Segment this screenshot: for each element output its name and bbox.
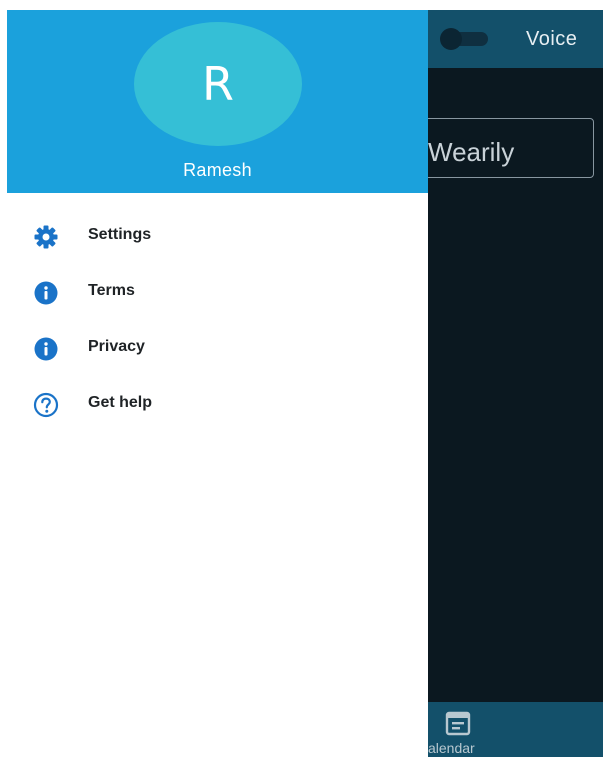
app-bottom-bar: alendar: [428, 702, 603, 757]
menu-item-label: Settings: [88, 226, 152, 243]
menu-item-privacy[interactable]: Privacy: [0, 319, 428, 375]
info-icon: [33, 336, 59, 362]
toggle-knob: [440, 28, 462, 50]
menu-item-label: Privacy: [88, 338, 145, 355]
calendar-icon[interactable]: [444, 710, 472, 736]
voice-toggle[interactable]: [438, 28, 490, 50]
voice-label: Voice: [526, 28, 578, 50]
menu-item-get-help[interactable]: Get help: [0, 375, 428, 431]
calendar-tab-label[interactable]: alendar: [428, 740, 475, 756]
gear-icon: [33, 224, 59, 250]
menu-item-label: Get help: [88, 394, 153, 411]
menu-item-label: Terms: [88, 282, 135, 299]
navigation-drawer: R Ramesh Settings Terms Privacy Get help: [0, 0, 428, 757]
help-icon: [33, 392, 59, 418]
avatar-initial: R: [202, 57, 234, 111]
menu-item-terms[interactable]: Terms: [0, 263, 428, 319]
background-app: Voice Wearily alendar: [428, 10, 603, 757]
user-name: Ramesh: [183, 160, 252, 180]
avatar[interactable]: R: [134, 22, 302, 146]
menu-item-settings[interactable]: Settings: [0, 207, 428, 263]
app-top-bar: Voice: [428, 10, 603, 68]
screen: Voice Wearily alendar R Ramesh Settings …: [0, 0, 603, 757]
info-icon: [33, 280, 59, 306]
drawer-menu: Settings Terms Privacy Get help: [0, 207, 428, 431]
word-text: Wearily: [428, 137, 515, 167]
drawer-header: R Ramesh: [7, 10, 428, 193]
